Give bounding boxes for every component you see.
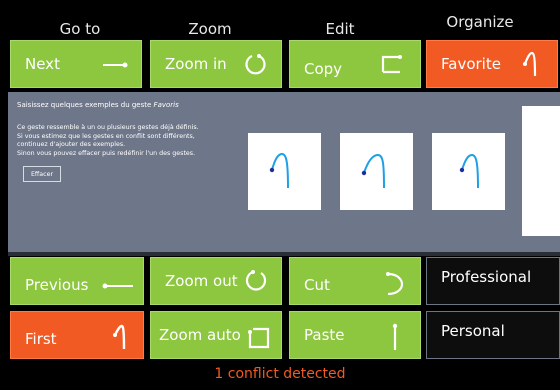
header-goto: Go to — [59, 20, 101, 38]
zoom-in-button[interactable]: Zoom in — [150, 40, 282, 88]
zoom-auto-label: Zoom auto — [159, 326, 241, 344]
cut-gesture-icon — [386, 272, 404, 296]
panel-scrollbar[interactable] — [8, 252, 560, 256]
gesture-sample-3[interactable] — [432, 133, 505, 210]
gesture-sample-2[interactable] — [340, 133, 413, 210]
panel-description: Ce geste ressemble à un ou plusieurs ges… — [17, 124, 237, 158]
professional-label: Professional — [441, 268, 532, 286]
favorite-button[interactable]: Favorite — [426, 40, 558, 88]
favorite-label: Favorite — [441, 55, 501, 73]
header-organize: Organize — [446, 13, 514, 31]
cut-button[interactable]: Cut — [289, 257, 421, 305]
copy-button[interactable]: Copy — [289, 40, 421, 88]
zoom-out-label: Zoom out — [165, 272, 238, 290]
zoom-auto-button[interactable]: Zoom auto — [150, 311, 282, 359]
square-gesture-icon — [248, 327, 270, 349]
description-line: Sinon vous pouvez effacer puis redéfinir… — [17, 149, 196, 157]
copy-gesture-icon — [381, 55, 402, 74]
arrow-right-icon — [103, 62, 128, 68]
category-professional[interactable]: Professional — [426, 257, 560, 305]
gesture-sample-1[interactable] — [248, 133, 321, 210]
paste-label: Paste — [304, 326, 345, 344]
circle-counterclockwise-icon — [245, 270, 267, 291]
gesture-stroke-icon — [269, 152, 289, 189]
conflict-status: 1 conflict detected — [214, 366, 346, 382]
gesture-stroke-icon — [459, 153, 479, 189]
clear-button[interactable]: Effacer — [23, 166, 61, 182]
header-edit: Edit — [325, 20, 355, 38]
first-label: First — [25, 330, 57, 348]
copy-label: Copy — [304, 60, 343, 78]
first-gesture-icon — [113, 324, 126, 350]
gesture-stroke-icon — [361, 153, 385, 189]
first-button[interactable]: First — [10, 311, 144, 359]
personal-label: Personal — [441, 322, 505, 340]
paste-gesture-icon — [392, 323, 398, 350]
arrow-left-icon — [102, 283, 133, 289]
zoom-out-button[interactable]: Zoom out — [150, 257, 282, 305]
next-label: Next — [25, 55, 60, 73]
category-personal[interactable]: Personal — [426, 311, 560, 359]
next-button[interactable]: Next — [10, 40, 142, 88]
paste-button[interactable]: Paste — [289, 311, 421, 359]
previous-label: Previous — [25, 276, 89, 294]
gesture-drawing-area[interactable] — [522, 106, 560, 236]
cut-label: Cut — [304, 276, 330, 294]
panel-title-prefix: Saisissez quelques exemples du geste — [17, 101, 154, 109]
description-line: continuez d'ajouter des exemples. — [17, 141, 126, 149]
favorite-gesture-icon — [523, 51, 537, 77]
description-line: Ce geste ressemble à un ou plusieurs ges… — [17, 124, 199, 131]
panel-title-gesture: Favoris — [153, 101, 179, 109]
previous-button[interactable]: Previous — [10, 257, 144, 305]
panel-title: Saisissez quelques exemples du geste Fav… — [17, 101, 179, 109]
zoom-in-label: Zoom in — [165, 55, 227, 73]
gesture-panel: Saisissez quelques exemples du geste Fav… — [8, 92, 560, 252]
circle-clockwise-icon — [245, 54, 266, 75]
description-line: Si vous estimez que les gestes en confli… — [17, 132, 195, 140]
header-zoom: Zoom — [188, 20, 232, 38]
